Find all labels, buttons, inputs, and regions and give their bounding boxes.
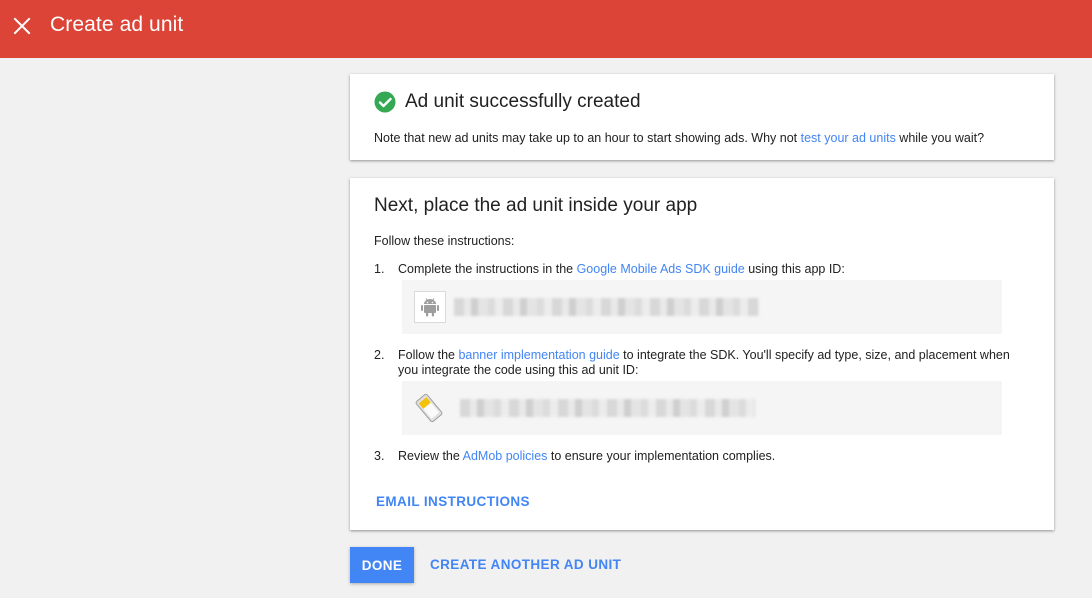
success-header: Ad unit successfully created <box>374 91 641 113</box>
instructions-title: Next, place the ad unit inside your app <box>374 195 698 216</box>
page-title: Create ad unit <box>50 13 184 36</box>
test-ad-units-link[interactable]: test your ad units <box>801 131 896 145</box>
admob-policies-link[interactable]: AdMob policies <box>463 449 548 463</box>
step-text: Complete the instructions in the Google … <box>398 262 845 277</box>
step-text-start: Complete the instructions in the <box>398 262 577 276</box>
close-icon <box>13 17 31 35</box>
check-circle-icon <box>374 91 396 113</box>
step-text-start: Follow the <box>398 348 459 362</box>
step-number: 1. <box>374 262 385 276</box>
banner-guide-link[interactable]: banner implementation guide <box>458 348 619 362</box>
step-text-end: to ensure your implementation complies. <box>547 449 776 463</box>
done-button[interactable]: DONE <box>350 547 414 583</box>
note-text: Note that new ad units may take up to an… <box>374 131 801 145</box>
step-text-start: Review the <box>398 449 463 463</box>
android-icon-frame <box>414 291 446 323</box>
app-id-box[interactable] <box>402 280 1002 334</box>
top-app-bar: Create ad unit <box>0 0 1092 58</box>
step-number: 3. <box>374 449 385 463</box>
instructions-card: Next, place the ad unit inside your app … <box>350 178 1054 530</box>
note-text-end: while you wait? <box>895 131 985 145</box>
create-another-ad-unit-button[interactable]: CREATE ANOTHER AD UNIT <box>430 557 621 572</box>
success-title: Ad unit successfully created <box>405 91 641 112</box>
success-note: Note that new ad units may take up to an… <box>374 131 984 145</box>
redacted-ad-unit-id <box>460 399 755 417</box>
success-card: Ad unit successfully created Note that n… <box>350 74 1054 160</box>
step-text-end: using this app ID: <box>744 262 845 276</box>
step-number: 2. <box>374 348 385 362</box>
redacted-app-id <box>454 298 759 316</box>
instructions-intro: Follow these instructions: <box>374 234 515 248</box>
close-button[interactable] <box>0 4 44 48</box>
banner-ad-unit-icon <box>415 393 443 423</box>
email-instructions-button[interactable]: EMAIL INSTRUCTIONS <box>376 494 530 509</box>
android-icon <box>421 298 439 317</box>
ad-unit-id-box[interactable] <box>402 381 1002 435</box>
step-text: Follow the banner implementation guide t… <box>398 348 1014 378</box>
sdk-guide-link[interactable]: Google Mobile Ads SDK guide <box>577 262 745 276</box>
step-text: Review the AdMob policies to ensure your… <box>398 449 775 464</box>
